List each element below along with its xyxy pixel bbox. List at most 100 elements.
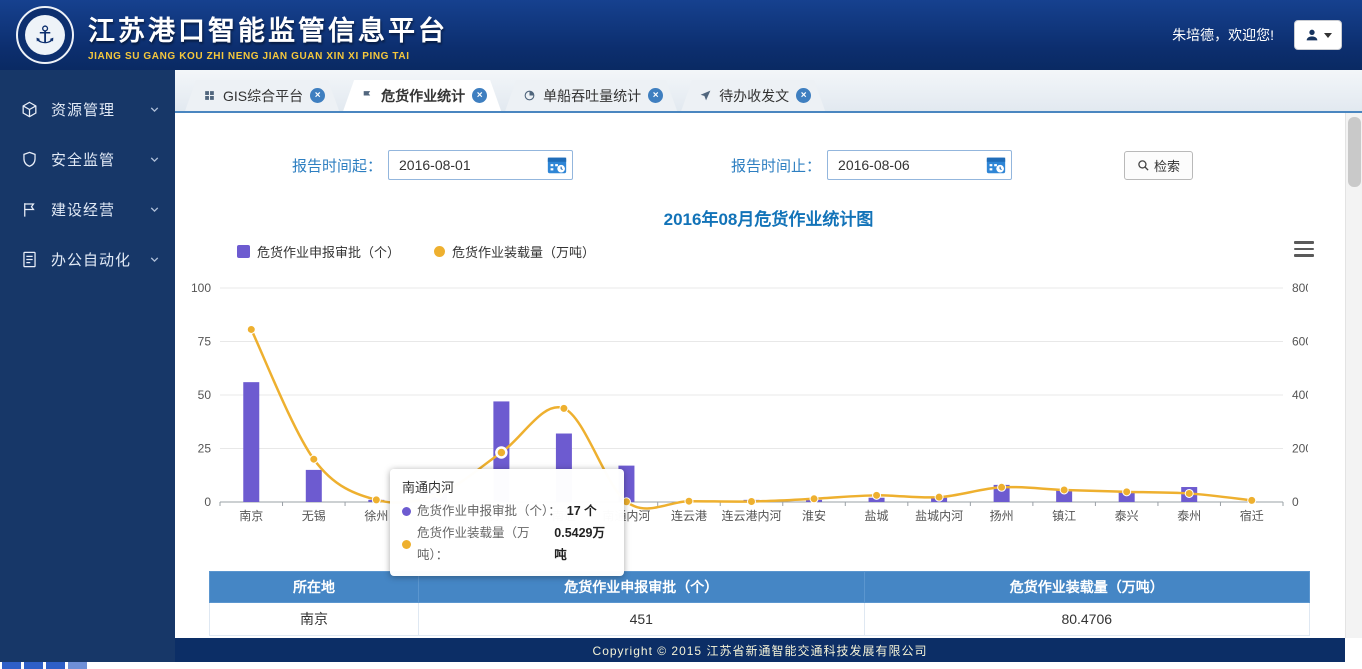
- welcome-text: 朱培德，欢迎您!: [1172, 25, 1274, 45]
- flag-icon: [20, 199, 40, 219]
- svg-text:75: 75: [198, 335, 212, 349]
- chart-legend: 危货作业申报审批（个） 危货作业装载量（万吨）: [237, 242, 1362, 261]
- column-header: 危货作业装载量（万吨）: [864, 572, 1310, 603]
- table-row: 南京 451 80.4706: [210, 603, 1310, 636]
- tab-label: GIS综合平台: [223, 86, 303, 106]
- page-title: 江苏港口智能监管信息平台: [88, 9, 448, 48]
- svg-text:800: 800: [1292, 281, 1308, 295]
- vertical-scrollbar[interactable]: [1345, 113, 1362, 638]
- bar-series-dot: [402, 507, 411, 516]
- user-icon: [1304, 27, 1320, 43]
- document-icon: [20, 249, 40, 269]
- tab-ship-throughput-stats[interactable]: 单船吞吐量统计 ×: [505, 80, 677, 111]
- svg-text:淮安: 淮安: [802, 508, 826, 523]
- tooltip-label: 危货作业申报审批（个）：: [417, 501, 561, 523]
- svg-text:50: 50: [198, 388, 212, 402]
- chevron-down-icon: [148, 253, 161, 266]
- svg-text:连云港内河: 连云港内河: [721, 508, 781, 523]
- line-series-dot: [402, 540, 411, 549]
- cell-load: 80.4706: [864, 603, 1310, 636]
- anchor-icon: ⚓: [25, 15, 65, 55]
- shield-icon: [20, 149, 40, 169]
- copyright-text: Copyright © 2015 江苏省新通智能交通科技发展有限公司: [593, 642, 928, 659]
- map-grid-icon: [203, 89, 216, 102]
- cell-approvals: 451: [419, 603, 865, 636]
- tooltip-row: 危货作业申报审批（个）： 17 个: [402, 501, 612, 523]
- sidebar-item-resource-management[interactable]: 资源管理: [0, 84, 175, 134]
- svg-text:25: 25: [198, 442, 212, 456]
- report-end-field: [827, 150, 1012, 180]
- tab-label: 单船吞吐量统计: [543, 86, 641, 106]
- svg-text:泰州: 泰州: [1177, 509, 1201, 523]
- report-end-input[interactable]: [828, 157, 984, 173]
- svg-text:扬州: 扬州: [990, 508, 1014, 523]
- filter-row: 报告时间起： 报告时间止：: [175, 113, 1362, 180]
- scrollbar-thumb[interactable]: [1348, 117, 1361, 187]
- chart-title: 2016年08月危货作业统计图: [175, 205, 1362, 230]
- flag-icon: [361, 89, 374, 102]
- tooltip-value: 0.5429万吨: [554, 523, 612, 567]
- svg-text:盐城内河: 盐城内河: [915, 509, 963, 523]
- sidebar-item-construction-operation[interactable]: 建设经营: [0, 184, 175, 234]
- report-start-label: 报告时间起：: [292, 155, 382, 176]
- send-icon: [699, 89, 712, 102]
- svg-text:盐城: 盐城: [865, 509, 889, 523]
- tab-label: 待办收发文: [719, 86, 789, 106]
- chevron-down-icon: [148, 203, 161, 216]
- svg-text:无锡: 无锡: [302, 508, 326, 523]
- sidebar-item-safety-supervision[interactable]: 安全监管: [0, 134, 175, 184]
- search-button-label: 检索: [1154, 156, 1180, 175]
- page-subtitle: JIANG SU GANG KOU ZHI NENG JIAN GUAN XIN…: [88, 51, 448, 62]
- sidebar-item-office-automation[interactable]: 办公自动化: [0, 234, 175, 284]
- tab-close-icon[interactable]: ×: [472, 88, 487, 103]
- tooltip-row: 危货作业装载量（万吨）： 0.5429万吨: [402, 523, 612, 567]
- main-area: GIS综合平台 × 危货作业统计 × 单船吞吐量统计 ×: [175, 70, 1362, 662]
- tab-close-icon[interactable]: ×: [648, 88, 663, 103]
- calendar-icon[interactable]: [984, 153, 1008, 177]
- tab-gis-platform[interactable]: GIS综合平台 ×: [185, 80, 339, 111]
- svg-text:镇江: 镇江: [1052, 509, 1076, 523]
- table-header-row: 所在地 危货作业申报审批（个） 危货作业装载量（万吨）: [210, 572, 1310, 603]
- tab-dangerous-cargo-stats[interactable]: 危货作业统计 ×: [343, 80, 501, 111]
- svg-text:0: 0: [1292, 495, 1299, 509]
- pie-chart-icon: [523, 89, 536, 102]
- svg-text:宿迁: 宿迁: [1240, 508, 1264, 523]
- svg-text:泰兴: 泰兴: [1115, 509, 1139, 523]
- legend-item-line-series[interactable]: 危货作业装载量（万吨）: [434, 242, 595, 261]
- svg-text:100: 100: [191, 281, 211, 295]
- tab-close-icon[interactable]: ×: [796, 88, 811, 103]
- svg-text:0: 0: [204, 495, 211, 509]
- tooltip-value: 17 个: [567, 501, 597, 523]
- chart-menu-icon[interactable]: [1294, 241, 1314, 257]
- chevron-down-icon: [148, 103, 161, 116]
- chart-area: 00252005040075600100800南京无锡徐州常州苏州南通南通内河连…: [183, 275, 1308, 537]
- svg-text:连云港: 连云港: [671, 508, 707, 523]
- search-button[interactable]: 检索: [1124, 151, 1193, 180]
- app-header: ⚓ 江苏港口智能监管信息平台 JIANG SU GANG KOU ZHI NEN…: [0, 0, 1362, 70]
- legend-bar-swatch: [237, 245, 250, 258]
- sidebar-item-label: 办公自动化: [51, 249, 131, 270]
- legend-item-bar-series[interactable]: 危货作业申报审批（个）: [237, 242, 400, 261]
- svg-text:200: 200: [1292, 442, 1308, 456]
- sidebar-item-label: 安全监管: [51, 149, 115, 170]
- user-menu-button[interactable]: [1294, 20, 1342, 50]
- report-start-input[interactable]: [389, 157, 545, 173]
- chart-tooltip: 南通内河 危货作业申报审批（个）： 17 个 危货作业装载量（万吨）： 0.54…: [390, 469, 624, 576]
- svg-text:徐州: 徐州: [364, 508, 388, 523]
- report-end-label: 报告时间止：: [731, 155, 821, 176]
- resource-management-icon: [20, 99, 40, 119]
- column-header: 危货作业申报审批（个）: [419, 572, 865, 603]
- calendar-icon[interactable]: [545, 153, 569, 177]
- svg-text:南京: 南京: [239, 508, 263, 523]
- statistics-table: 所在地 危货作业申报审批（个） 危货作业装载量（万吨） 南京 451 80.47…: [209, 571, 1310, 636]
- search-icon: [1137, 159, 1150, 172]
- tab-label: 危货作业统计: [381, 86, 465, 106]
- content-panel: 报告时间起： 报告时间止：: [175, 113, 1362, 638]
- tab-close-icon[interactable]: ×: [310, 88, 325, 103]
- legend-label: 危货作业装载量（万吨）: [452, 242, 595, 261]
- sidebar-item-label: 建设经营: [51, 199, 115, 220]
- tab-pending-documents[interactable]: 待办收发文 ×: [681, 80, 825, 111]
- statistics-chart[interactable]: 00252005040075600100800南京无锡徐州常州苏州南通南通内河连…: [183, 275, 1308, 537]
- column-header: 所在地: [210, 572, 419, 603]
- footer: Copyright © 2015 江苏省新通智能交通科技发展有限公司: [175, 638, 1345, 662]
